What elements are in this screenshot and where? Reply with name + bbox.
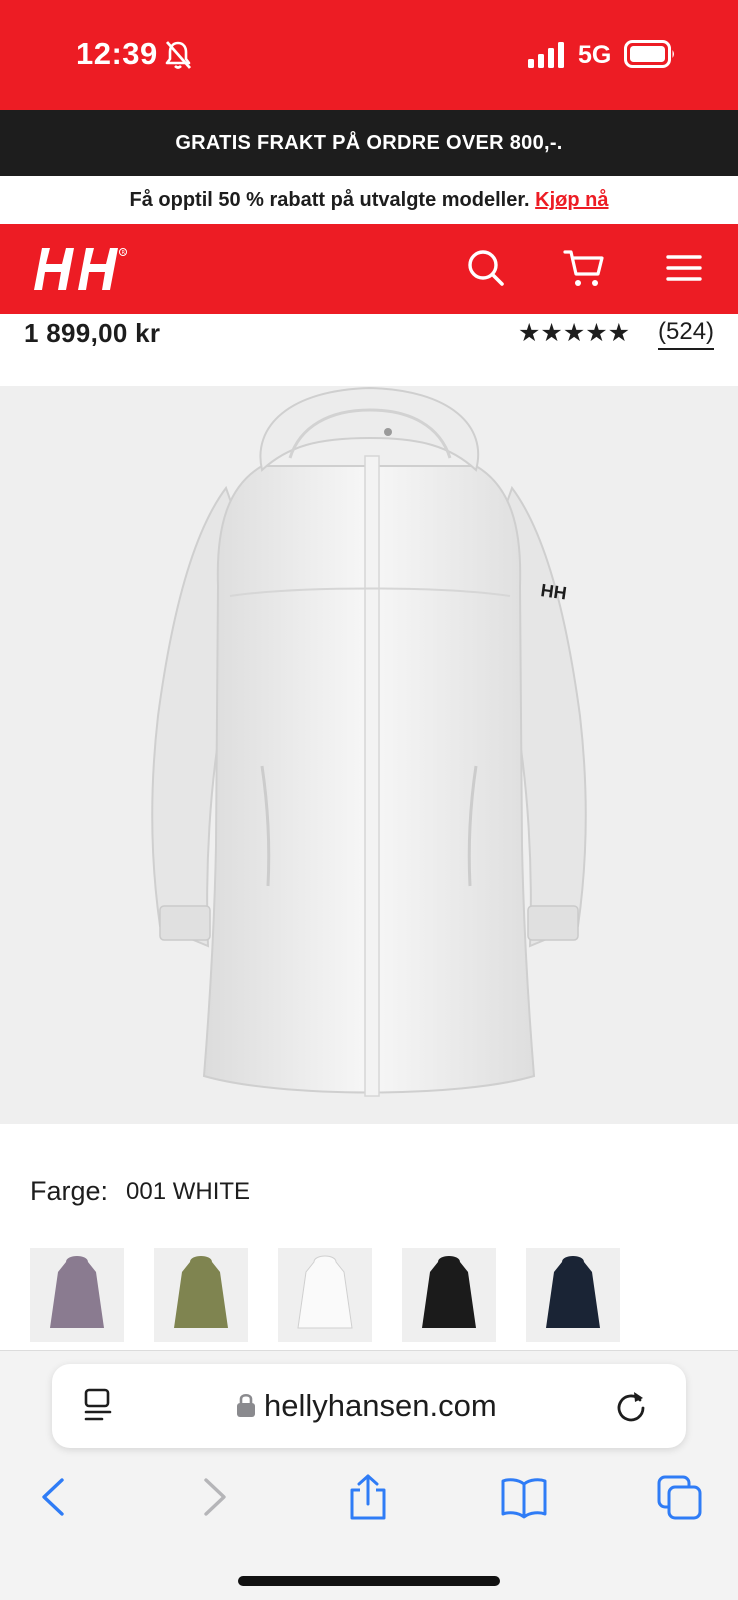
color-value: 001 WHITE	[126, 1178, 251, 1205]
cart-icon[interactable]	[562, 246, 606, 290]
cellular-signal-icon	[528, 42, 564, 68]
color-swatch-olive[interactable]	[154, 1248, 248, 1342]
url-text[interactable]: hellyhansen.com	[264, 1388, 497, 1424]
sale-banner: Få opptil 50 % rabatt på utvalgte modell…	[0, 176, 738, 224]
bookmarks-icon[interactable]	[500, 1474, 548, 1520]
swatch-image	[422, 1256, 476, 1328]
lock-icon	[237, 1393, 255, 1417]
share-icon[interactable]	[344, 1474, 392, 1520]
svg-text:R: R	[122, 250, 126, 256]
network-type: 5G	[578, 41, 612, 69]
tabs-icon[interactable]	[656, 1474, 704, 1520]
status-bar: 12:39 5G	[0, 0, 738, 110]
color-swatch-purple[interactable]	[30, 1248, 124, 1342]
sale-banner-text: Få opptil 50 % rabatt på utvalgte modell…	[129, 189, 530, 211]
product-image-carousel[interactable]: HH	[0, 386, 738, 1124]
status-time: 12:39	[76, 36, 158, 71]
svg-text:HH: HH	[539, 580, 568, 603]
rating-stars: ★★★★★	[518, 319, 631, 347]
swatch-image	[50, 1256, 104, 1328]
shop-now-link[interactable]: Kjøp nå	[535, 189, 608, 211]
color-swatch-white[interactable]	[278, 1248, 372, 1342]
jacket-image: HH	[151, 386, 587, 1097]
back-icon[interactable]	[30, 1474, 78, 1520]
color-swatch-navy[interactable]	[526, 1248, 620, 1342]
color-label: Farge:	[30, 1176, 109, 1206]
silent-bell-icon	[165, 41, 192, 69]
swatch-image	[297, 1255, 353, 1329]
review-count-link[interactable]: (524)	[658, 318, 715, 350]
search-icon[interactable]	[464, 246, 508, 290]
product-price: 1 899,00 kr	[24, 318, 161, 348]
site-header: R	[0, 224, 738, 314]
home-indicator	[238, 1576, 500, 1586]
hh-logo[interactable]: R	[30, 244, 130, 294]
reload-icon[interactable]	[614, 1388, 648, 1424]
menu-icon[interactable]	[662, 246, 706, 290]
swatch-image	[174, 1256, 228, 1328]
swatch-image	[546, 1256, 600, 1328]
forward-icon[interactable]	[190, 1474, 238, 1520]
reader-icon[interactable]	[82, 1388, 116, 1424]
battery-icon	[624, 40, 674, 68]
free-shipping-banner: GRATIS FRAKT PÅ ORDRE OVER 800,-.	[0, 110, 738, 176]
color-swatch-black[interactable]	[402, 1248, 496, 1342]
